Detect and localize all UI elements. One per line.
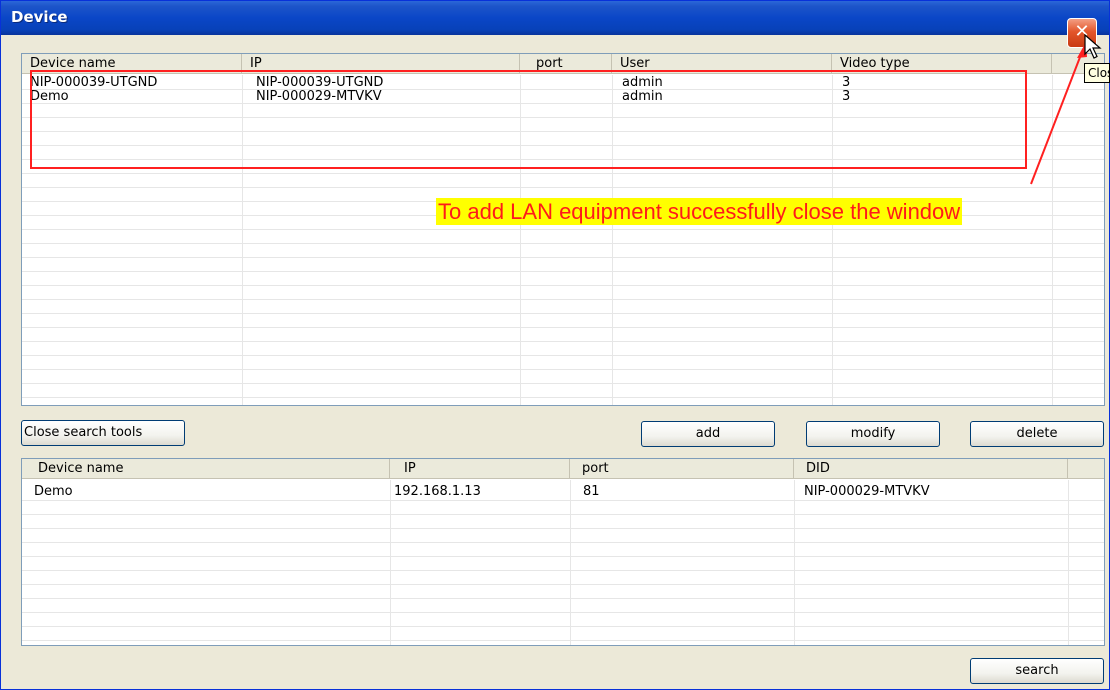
grid-column-line: [1068, 480, 1069, 645]
title-bar[interactable]: Device: [1, 1, 1109, 35]
grid-column-line: [794, 480, 795, 645]
search-results-table[interactable]: Device name IP port DID Demo 192.168.1.1…: [21, 458, 1105, 646]
grid-line: [22, 271, 1104, 272]
modify-button[interactable]: modify: [806, 421, 940, 447]
grid-line: [22, 313, 1104, 314]
grid-line: [22, 514, 1104, 515]
column-filler: [1068, 459, 1104, 479]
grid-line: [22, 299, 1104, 300]
highlight-box: [30, 70, 1027, 169]
grid-line: [22, 187, 1104, 188]
cell-port: 81: [583, 485, 600, 499]
grid-line: [22, 640, 1104, 641]
grid-line: [22, 341, 1104, 342]
grid-line: [22, 243, 1104, 244]
search-button[interactable]: search: [970, 658, 1104, 684]
cell-device-name: Demo: [34, 485, 73, 499]
grid-line: [22, 383, 1104, 384]
grid-line: [22, 612, 1104, 613]
table-row[interactable]: Demo 192.168.1.13 81 NIP-000029-MTVKV: [22, 485, 1104, 499]
close-search-tools-button[interactable]: Close search tools: [21, 420, 185, 446]
grid-column-line: [390, 480, 391, 645]
column-port[interactable]: port: [570, 459, 794, 479]
grid-line: [22, 397, 1104, 398]
grid-line: [22, 285, 1104, 286]
grid-line: [22, 229, 1104, 230]
grid-line: [22, 556, 1104, 557]
grid-line: [22, 542, 1104, 543]
annotation-text: To add LAN equipment successfully close …: [436, 198, 963, 225]
grid-line: [22, 570, 1104, 571]
grid-column-line: [570, 480, 571, 645]
column-did[interactable]: DID: [794, 459, 1068, 479]
grid-line: [22, 257, 1104, 258]
grid-line: [22, 369, 1104, 370]
window-title: Device: [11, 8, 68, 26]
close-tooltip: Close: [1084, 63, 1110, 83]
grid-line: [22, 584, 1104, 585]
cell-did: NIP-000029-MTVKV: [804, 485, 930, 499]
grid-line: [22, 500, 1104, 501]
mouse-cursor-icon: [1084, 34, 1102, 59]
cell-ip: 192.168.1.13: [394, 485, 481, 499]
column-ip[interactable]: IP: [390, 459, 570, 479]
column-device-name[interactable]: Device name: [22, 459, 390, 479]
grid-line: [22, 528, 1104, 529]
add-button[interactable]: add: [641, 421, 775, 447]
grid-line: [22, 626, 1104, 627]
delete-button[interactable]: delete: [970, 421, 1104, 447]
grid-line: [22, 173, 1104, 174]
grid-column-line: [1052, 75, 1053, 405]
grid-line: [22, 327, 1104, 328]
search-results-header: Device name IP port DID: [22, 459, 1104, 479]
grid-line: [22, 355, 1104, 356]
grid-line: [22, 598, 1104, 599]
